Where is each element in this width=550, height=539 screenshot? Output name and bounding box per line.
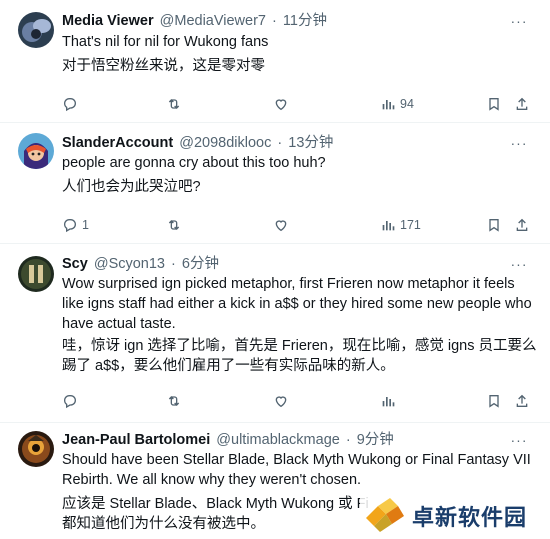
retweet-button[interactable] (166, 391, 186, 411)
bookmark-button[interactable] (486, 391, 502, 411)
bookmark-icon (489, 219, 499, 232)
tweet-media-viewer[interactable]: Media Viewer @MediaViewer7 · 11分钟 ··· Th… (0, 0, 550, 122)
timestamp[interactable]: 13分钟 (288, 135, 333, 151)
heart-icon (275, 99, 287, 111)
share-icon (516, 218, 528, 231)
watermark-text: 卓新软件园 (412, 505, 528, 530)
retweet-button[interactable] (166, 215, 186, 235)
heart-icon (275, 220, 287, 232)
tweet-translation: 人们也会为此哭泣吧? (62, 179, 201, 195)
reply-button[interactable]: 1 (62, 215, 89, 235)
author-handle[interactable]: @ultimablackmage (216, 432, 340, 448)
views-button[interactable]: 171 (380, 215, 421, 235)
like-button[interactable] (273, 94, 293, 114)
views-icon (382, 100, 395, 110)
retweet-icon (168, 220, 180, 230)
timestamp[interactable]: 9分钟 (357, 432, 394, 448)
avatar[interactable] (18, 431, 54, 467)
reply-icon (64, 219, 76, 233)
author-name[interactable]: Jean-Paul Bartolomei (62, 432, 210, 448)
tweet-scy[interactable]: Scy @Scyon13 · 6分钟 ··· Wow surprised ign… (0, 244, 550, 422)
action-bar: 94 (62, 94, 532, 114)
tweet-header: SlanderAccount @2098diklooc · 13分钟 (62, 133, 333, 153)
retweet-icon (168, 396, 180, 406)
tweet-translation: 哇，惊讶 ign 选择了比喻，首先是 Frieren，现在比喻，感觉 igns … (62, 338, 537, 374)
tweet-header: Scy @Scyon13 · 6分钟 (62, 254, 219, 274)
watermark: 卓新软件园 (360, 492, 550, 539)
author-name[interactable]: Scy (62, 256, 88, 272)
views-icon (382, 221, 395, 231)
separator: · (277, 135, 283, 151)
bookmark-icon (489, 98, 499, 111)
reply-button[interactable] (62, 391, 82, 411)
tweet-translation: 对于悟空粉丝来说，这是零对零 (62, 58, 265, 74)
tweet-slander-account[interactable]: SlanderAccount @2098diklooc · 13分钟 ··· p… (0, 123, 550, 243)
action-bar (62, 391, 532, 411)
retweet-icon (168, 99, 180, 109)
more-options-icon[interactable]: ··· (510, 11, 528, 31)
tweet-text: Wow surprised ign picked metaphor, first… (62, 276, 532, 332)
reply-icon (64, 98, 76, 112)
reply-button[interactable] (62, 94, 82, 114)
timestamp[interactable]: 11分钟 (283, 13, 327, 29)
tweet-text: people are gonna cry about this too huh? (62, 155, 326, 171)
retweet-button[interactable] (166, 94, 186, 114)
share-button[interactable] (514, 215, 530, 235)
bookmark-button[interactable] (486, 215, 502, 235)
author-name[interactable]: SlanderAccount (62, 135, 173, 151)
more-options-icon[interactable]: ··· (510, 430, 528, 450)
share-button[interactable] (514, 391, 530, 411)
author-name[interactable]: Media Viewer (62, 13, 154, 29)
tweet-text: That's nil for nil for Wukong fans (62, 34, 269, 50)
reply-count: 1 (82, 218, 89, 232)
watermark-logo-icon (366, 498, 404, 532)
separator: · (272, 13, 277, 29)
like-button[interactable] (273, 391, 293, 411)
share-button[interactable] (514, 94, 530, 114)
avatar[interactable] (18, 256, 54, 292)
separator: · (345, 432, 351, 448)
avatar[interactable] (18, 133, 54, 169)
views-icon (382, 397, 395, 407)
tweet-header: Media Viewer @MediaViewer7 · 11分钟 (62, 11, 327, 31)
like-button[interactable] (273, 215, 293, 235)
author-handle[interactable]: @MediaViewer7 (160, 13, 266, 29)
share-icon (516, 394, 528, 407)
action-bar: 1 171 (62, 215, 532, 235)
tweet-header: Jean-Paul Bartolomei @ultimablackmage · … (62, 430, 394, 450)
bookmark-button[interactable] (486, 94, 502, 114)
author-handle[interactable]: @Scyon13 (94, 256, 165, 272)
views-button[interactable]: 94 (380, 94, 414, 114)
share-icon (516, 97, 528, 110)
heart-icon (275, 396, 287, 408)
separator: · (171, 256, 176, 272)
view-count: 94 (400, 97, 414, 111)
more-options-icon[interactable]: ··· (510, 133, 528, 153)
timestamp[interactable]: 6分钟 (182, 256, 219, 272)
reply-icon (64, 395, 76, 409)
more-options-icon[interactable]: ··· (510, 254, 528, 274)
tweet-text: Should have been Stellar Blade, Black My… (62, 452, 531, 488)
views-button[interactable] (380, 391, 400, 411)
view-count: 171 (400, 218, 421, 232)
author-handle[interactable]: @2098diklooc (179, 135, 271, 151)
bookmark-icon (489, 395, 499, 408)
avatar[interactable] (18, 12, 54, 48)
